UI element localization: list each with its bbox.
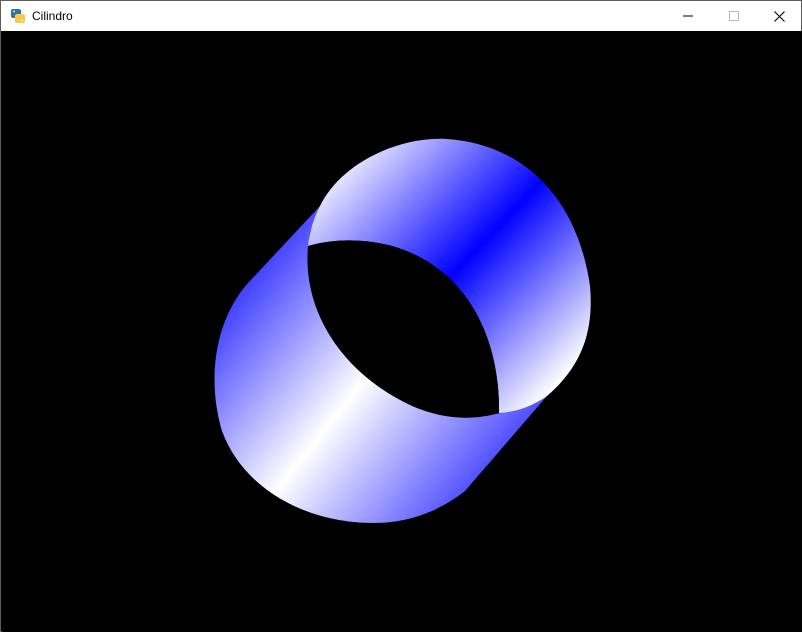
window-title: Cilindro <box>32 9 73 23</box>
maximize-button[interactable] <box>711 1 757 31</box>
maximize-icon <box>729 11 739 21</box>
python-icon <box>10 8 26 24</box>
cylinder-render <box>2 31 802 632</box>
close-button[interactable] <box>756 1 802 31</box>
app-window: Cilindro <box>0 0 802 632</box>
title-bar[interactable]: Cilindro <box>1 1 801 31</box>
minimize-icon <box>683 11 693 21</box>
render-canvas[interactable] <box>2 31 802 632</box>
close-icon <box>773 10 785 22</box>
minimize-button[interactable] <box>665 1 711 31</box>
